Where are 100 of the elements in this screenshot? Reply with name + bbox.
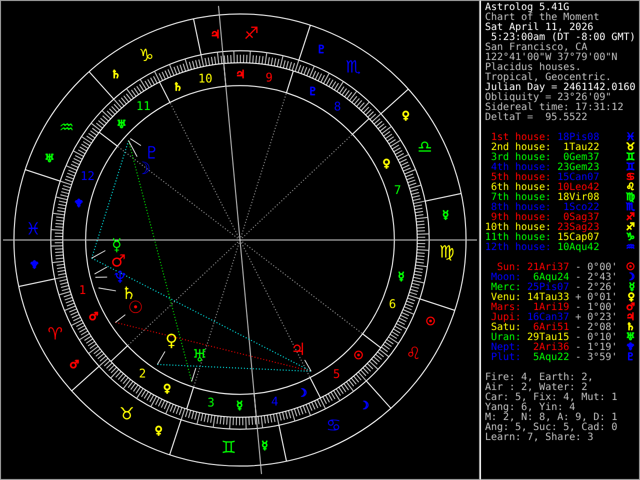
house-number: 5 [333, 367, 340, 382]
planet-position: 1Ari19 [533, 303, 570, 313]
house-number: 7 [394, 182, 402, 197]
ruler-glyph: ☿ [442, 208, 449, 222]
sign-glyph: ♍ [626, 193, 636, 203]
planet-latitude: - 1°00' [575, 303, 618, 313]
zodiac-sign-glyph: ♍ [439, 241, 454, 262]
planet-glyph: ♄ [626, 323, 636, 333]
house-label: 7th house: [491, 193, 552, 203]
planet-name: Satu: [490, 323, 522, 333]
ruler-glyph: ♂ [69, 358, 80, 371]
zodiac-sign-glyph: ♊ [221, 436, 236, 457]
ruler-glyph: ☿ [236, 398, 243, 412]
house-number: 3 [207, 396, 215, 410]
leader-line [91, 250, 106, 259]
summary-line: Yang: 6, Yin: 4 [485, 403, 576, 413]
sign-glyph: ♓ [626, 133, 636, 143]
summary-line: Learn: 7, Share: 3 [485, 433, 594, 443]
house-label: 11th house: [484, 233, 552, 243]
house-cusp-position: 0Sag37 [563, 213, 600, 223]
house-cusp-position: 18Vir08 [557, 193, 600, 203]
leader-line [156, 351, 166, 365]
planet-latitude: - 3°59' [575, 353, 618, 363]
zodiac-sign-glyph: ♉ [119, 403, 134, 424]
planet-name: Sun: [497, 263, 522, 273]
ruler-glyph: ♆ [29, 258, 40, 272]
ruler-glyph: ☿ [398, 270, 405, 283]
leader-line [191, 368, 196, 382]
ruler-glyph: ♃ [235, 68, 246, 82]
zodiac-sign-glyph: ♑ [138, 45, 154, 66]
leader-line [98, 288, 116, 292]
info-line: 5:23:00am (DT -8:00 GMT) [491, 33, 637, 43]
planet-glyph: ♅ [192, 346, 208, 366]
ruler-glyph: ♄ [110, 68, 121, 81]
ruler-glyph: ♀ [154, 424, 163, 437]
planet-glyph: ♃ [626, 313, 636, 323]
sign-glyph: ♒ [626, 243, 636, 253]
planet-glyph: ♇ [626, 353, 636, 363]
planet-name: Venu: [490, 293, 522, 303]
info-line: Placidus houses. [485, 63, 582, 73]
ruler-glyph: ♄ [172, 80, 183, 94]
house-number: 9 [265, 70, 273, 84]
summary-line: Fire: 4, Earth: 2, [485, 373, 594, 383]
ruler-glyph: ♇ [316, 43, 326, 56]
planet-name: Mars: [490, 303, 522, 313]
house-label: 3rd house: [491, 153, 552, 163]
house-cusp-position: 18Pis08 [557, 133, 600, 143]
house-label: 9th house: [491, 213, 552, 223]
sign-glyph: ♌ [626, 183, 636, 193]
planet-latitude: + 0°23' [575, 313, 618, 323]
house-cusp-position: 23Gem23 [557, 163, 600, 173]
house-cusp-position: 10Leo42 [557, 183, 600, 193]
summary-line: Car: 5, Fix: 4, Mut: 1 [485, 393, 618, 403]
house-label: 2nd house: [491, 143, 552, 153]
info-line: Sat April 11, 2026 [485, 23, 594, 33]
planet-latitude: - 2°26' [575, 283, 618, 293]
planet-glyph: ♀ [628, 293, 636, 303]
house-label: 4th house: [491, 163, 552, 173]
zodiac-sign-glyph: ♐ [244, 23, 259, 44]
house-cusp-position: 1Tau22 [563, 143, 600, 153]
zodiac-sign-glyph: ♎ [417, 136, 432, 156]
planet-name: Nept: [490, 343, 522, 353]
ruler-glyph: ♆ [74, 197, 84, 210]
planet-position: 16Can37 [527, 313, 570, 323]
planet-name: Jupi: [490, 313, 522, 323]
ruler-glyph: ☽ [297, 386, 308, 400]
leader-line [115, 314, 126, 323]
zodiac-sign-glyph: ♌ [406, 343, 422, 364]
info-line: 122°41'00"W 37°79'00"N [485, 53, 618, 63]
ruler-glyph: ♅ [44, 152, 54, 166]
zodiac-sign-glyph: ♏ [346, 56, 361, 77]
zodiac-sign-glyph: ♈ [48, 324, 63, 344]
info-line: Obliquity = 23°26'09" [485, 93, 612, 103]
planet-name: Moon: [490, 273, 522, 283]
house-cusp-position: 15Can07 [557, 173, 600, 183]
ruler-glyph: ♀ [402, 109, 410, 122]
house-label: 10th house: [484, 223, 552, 233]
planet-glyph: ♀ [165, 330, 178, 350]
sign-glyph: ♉ [626, 143, 636, 153]
planet-position: 21Ari37 [527, 263, 570, 273]
zodiac-sign-glyph: ♋ [326, 414, 342, 435]
summary-line: M: 2, N: 8, A: 9, D: 1 [485, 413, 618, 423]
planet-glyph: ☽ [626, 273, 636, 283]
sign-glyph: ♑ [626, 233, 636, 243]
planet-name: Uran: [490, 333, 522, 343]
planet-latitude: + 0°01' [575, 293, 618, 303]
house-number: 11 [136, 98, 151, 113]
leader-line [94, 266, 108, 274]
planet-name: Merc: [490, 283, 522, 293]
planet-glyph: ♂ [626, 303, 636, 313]
planet-glyph: ♆ [626, 343, 636, 353]
planet-latitude: - 2°43' [575, 273, 618, 283]
planet-position: 29Tau15 [527, 333, 570, 343]
info-line: DeltaT = 95.5522 [485, 113, 588, 123]
house-label: 8th house: [491, 203, 552, 213]
planet-latitude: - 0°10' [575, 333, 618, 343]
house-label: 6th house: [491, 183, 552, 193]
ruler-glyph: ♇ [308, 85, 318, 98]
info-line: Chart of the Moment [485, 13, 600, 23]
info-line: Tropical, Geocentric. [485, 73, 612, 83]
